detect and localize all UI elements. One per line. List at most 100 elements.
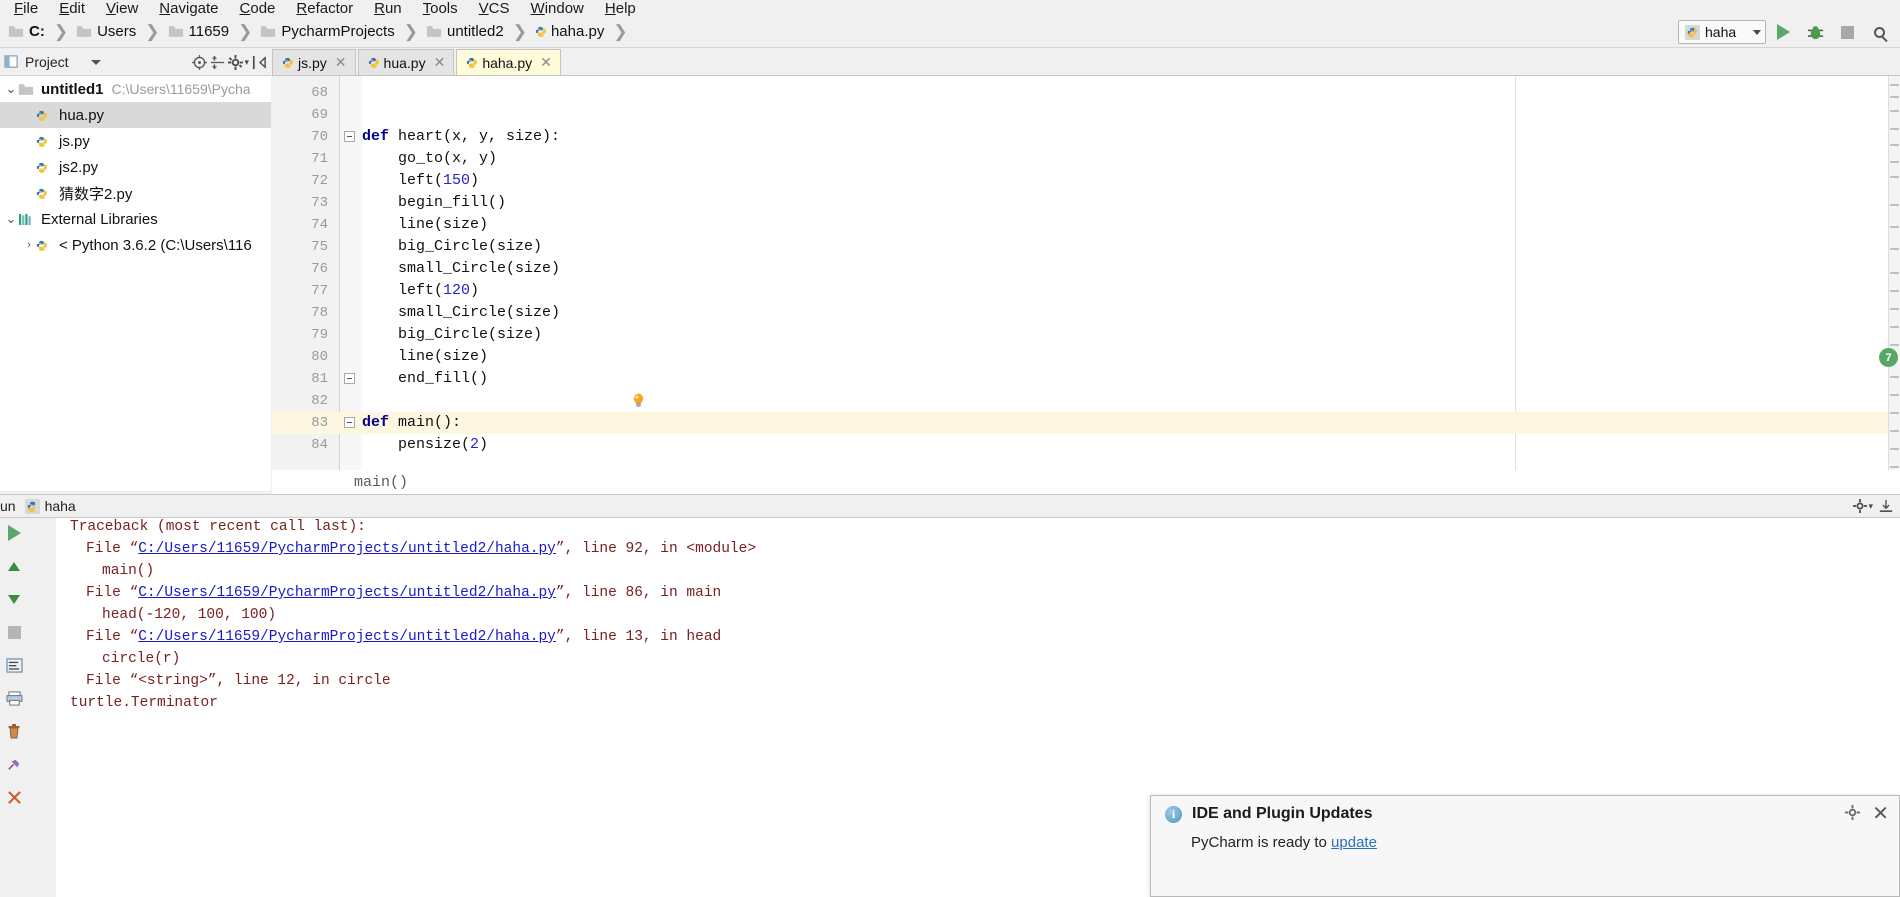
pin-button[interactable]: [3, 753, 25, 775]
error-stripe-mark[interactable]: [1890, 344, 1899, 346]
breadcrumb-item-11659[interactable]: 11659: [166, 19, 232, 45]
fold-marker-icon[interactable]: [344, 131, 355, 142]
chevron-down-icon[interactable]: [90, 59, 101, 65]
collapse-all-icon[interactable]: [210, 55, 225, 70]
error-stripe-mark[interactable]: [1890, 326, 1899, 328]
console-file-link[interactable]: C:/Users/11659/PycharmProjects/untitled2…: [138, 541, 556, 557]
tree-item-jspy[interactable]: js.py: [0, 128, 271, 154]
run-settings-button[interactable]: ▾: [1853, 499, 1873, 513]
tree-expand-arrow-icon[interactable]: ⌄: [4, 82, 18, 95]
tree-expand-arrow-icon[interactable]: ⌄: [4, 212, 18, 225]
editor-tab-hahapy[interactable]: haha.py ✕: [456, 49, 561, 75]
error-stripe-mark[interactable]: [1890, 144, 1899, 146]
debug-button[interactable]: [1800, 18, 1830, 46]
menu-item-navigate[interactable]: Navigate: [149, 1, 229, 16]
menu-item-view[interactable]: View: [96, 1, 149, 16]
error-stripe-mark[interactable]: [1890, 466, 1899, 468]
gear-icon[interactable]: [1845, 804, 1861, 824]
error-stripe-mark[interactable]: [1890, 176, 1899, 178]
breadcrumb-item-c[interactable]: C:: [6, 19, 47, 45]
inspection-badge[interactable]: 7: [1879, 348, 1898, 367]
error-stripe-mark[interactable]: [1890, 272, 1899, 274]
breadcrumb-item-untitled2[interactable]: untitled2: [424, 19, 506, 45]
menu-item-help[interactable]: Help: [595, 1, 647, 16]
menu-item-refactor[interactable]: Refactor: [286, 1, 364, 16]
soft-wrap-button[interactable]: [3, 654, 25, 676]
error-stripe-mark[interactable]: [1890, 430, 1899, 432]
editor-breadcrumb[interactable]: main(): [272, 470, 1900, 494]
error-stripe-mark[interactable]: [1890, 161, 1899, 163]
print-button[interactable]: [3, 687, 25, 709]
console-traceback-line[interactable]: File “C:/Users/11659/PycharmProjects/unt…: [86, 582, 721, 604]
tree-item-untitled1[interactable]: ⌄ untitled1 C:\Users\11659\Pycha: [0, 76, 271, 102]
console-file-link[interactable]: C:/Users/11659/PycharmProjects/untitled2…: [138, 585, 556, 601]
tree-item-python362cusers116[interactable]: › < Python 3.6.2 (C:\Users\116: [0, 232, 271, 258]
error-stripe-mark[interactable]: [1890, 128, 1899, 130]
close-icon[interactable]: ✕: [540, 54, 552, 71]
editor-tab-bar: js.py ✕ hua.py ✕ haha.py ✕: [272, 49, 1900, 76]
breadcrumb-item-pycharmprojects[interactable]: PycharmProjects: [258, 19, 396, 45]
error-stripe-mark[interactable]: [1890, 376, 1899, 378]
tree-expand-arrow-icon[interactable]: ›: [22, 239, 36, 251]
error-stripe-mark[interactable]: [1890, 448, 1899, 450]
breadcrumb-item-users[interactable]: Users: [74, 19, 138, 45]
close-run-button[interactable]: [3, 786, 25, 808]
run-icon: [1776, 24, 1790, 40]
settings-button[interactable]: ▾: [228, 54, 249, 70]
menu-item-file[interactable]: File: [4, 1, 49, 16]
hide-panel-icon[interactable]: [252, 55, 267, 70]
stop-run-button[interactable]: [3, 621, 25, 643]
up-button[interactable]: [3, 555, 25, 577]
locate-target-icon[interactable]: [192, 54, 208, 70]
menu-item-window[interactable]: Window: [521, 1, 595, 16]
code-editor[interactable]: 68 69 70 def heart(x, y, size): 71 go_to(x, …: [272, 76, 1900, 491]
update-link[interactable]: update: [1331, 834, 1377, 851]
scroll-to-end-button[interactable]: [3, 720, 25, 742]
error-stripe-mark[interactable]: [1890, 412, 1899, 414]
run-configuration-selector[interactable]: haha: [1678, 20, 1766, 44]
editor-tab-jspy[interactable]: js.py ✕: [272, 49, 356, 75]
error-stripe-mark[interactable]: [1890, 84, 1899, 86]
menu-item-code[interactable]: Code: [230, 1, 287, 16]
close-icon[interactable]: ✕: [1872, 804, 1889, 824]
tree-item-js2py[interactable]: js2.py: [0, 154, 271, 180]
hide-run-window-icon[interactable]: [1879, 499, 1893, 513]
menu-item-edit[interactable]: Edit: [49, 1, 96, 16]
menu-item-run[interactable]: Run: [364, 1, 413, 16]
fold-marker-icon[interactable]: [344, 373, 355, 384]
menu-item-vcs[interactable]: VCS: [469, 1, 521, 16]
breadcrumb-separator: ❯: [403, 21, 418, 41]
console-file-link[interactable]: C:/Users/11659/PycharmProjects/untitled2…: [138, 629, 556, 645]
down-button[interactable]: [3, 588, 25, 610]
error-stripe-mark[interactable]: [1890, 226, 1899, 228]
close-icon[interactable]: ✕: [434, 54, 446, 71]
search-button[interactable]: [1864, 18, 1894, 46]
editor-error-stripe[interactable]: [1888, 76, 1900, 491]
error-stripe-mark[interactable]: [1890, 204, 1899, 206]
console-traceback-line[interactable]: File “C:/Users/11659/PycharmProjects/unt…: [86, 538, 756, 560]
error-stripe-mark[interactable]: [1890, 290, 1899, 292]
tree-item-huapy[interactable]: hua.py: [0, 102, 271, 128]
project-tree[interactable]: ⌄ untitled1 C:\Users\11659\Pycha hua.py js.p…: [0, 76, 271, 491]
console-traceback-line[interactable]: File “C:/Users/11659/PycharmProjects/unt…: [86, 626, 721, 648]
error-stripe-mark[interactable]: [1890, 248, 1899, 250]
tree-item-externallibraries[interactable]: ⌄ External Libraries: [0, 206, 271, 232]
intention-bulb-icon[interactable]: [632, 393, 645, 408]
editor-tab-huapy[interactable]: hua.py ✕: [357, 49, 455, 75]
run-tab-haha[interactable]: haha: [24, 498, 76, 514]
tree-item-2py[interactable]: 猜数字2.py: [0, 180, 271, 206]
error-stripe-mark[interactable]: [1890, 308, 1899, 310]
error-stripe-mark[interactable]: [1890, 394, 1899, 396]
breadcrumb-item-hahapy[interactable]: haha.py: [533, 19, 606, 45]
fold-marker-icon[interactable]: [344, 417, 355, 428]
code-line: begin_fill(): [362, 194, 507, 211]
menu-item-tools[interactable]: Tools: [413, 1, 469, 16]
close-icon[interactable]: ✕: [335, 54, 347, 71]
chevron-down-icon[interactable]: [1753, 29, 1761, 35]
error-stripe-mark[interactable]: [1890, 96, 1899, 98]
error-stripe-mark[interactable]: [1890, 110, 1899, 112]
rerun-button[interactable]: [3, 522, 25, 544]
run-button[interactable]: [1768, 18, 1798, 46]
console-scrollbar[interactable]: [30, 518, 35, 897]
stop-button[interactable]: [1832, 18, 1862, 46]
